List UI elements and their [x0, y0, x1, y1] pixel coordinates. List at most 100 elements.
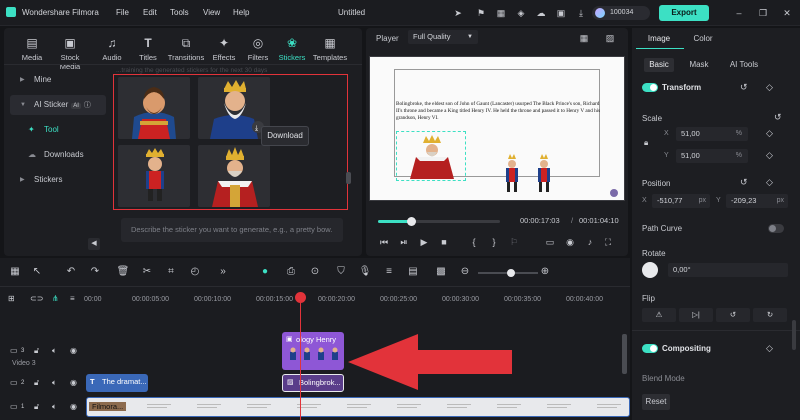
- grid-scrollbar[interactable]: [346, 172, 351, 184]
- menu-edit[interactable]: Edit: [143, 8, 157, 17]
- keyframe-icon[interactable]: ◇: [766, 343, 773, 354]
- grid-icon[interactable]: ▦: [495, 7, 507, 19]
- sidebar-item-ai-sticker[interactable]: ▼ AI Sticker AI ⓘ: [10, 95, 106, 115]
- export-button[interactable]: Export: [659, 5, 709, 21]
- tab-templates[interactable]: ▦ Templates: [310, 36, 350, 62]
- menu-help[interactable]: Help: [233, 8, 249, 17]
- title-clip[interactable]: T The dramat...: [86, 374, 148, 392]
- save-icon[interactable]: ▣: [555, 7, 567, 19]
- time-ruler[interactable]: 00:00 00:00:05:00 00:00:10:00 00:00:15:00 00…: [84, 292, 630, 306]
- tab-transitions[interactable]: ⧉ Transitions: [166, 36, 206, 62]
- playback-progress[interactable]: [378, 217, 500, 226]
- mark-out-icon[interactable]: }: [488, 236, 500, 248]
- sticker-thumbnail[interactable]: [118, 145, 190, 207]
- more-icon[interactable]: »: [216, 265, 230, 279]
- previous-frame-icon[interactable]: ⏮: [378, 236, 390, 248]
- reset-icon[interactable]: ↺: [774, 112, 782, 123]
- microphone-icon[interactable]: 🎙︎: [358, 265, 372, 279]
- credits-badge[interactable]: 100034: [592, 6, 650, 20]
- path-curve-toggle[interactable]: [768, 224, 784, 233]
- menu-view[interactable]: View: [203, 8, 220, 17]
- mark-in-icon[interactable]: {: [468, 236, 480, 248]
- tab-stickers[interactable]: ❀ Stickers: [272, 36, 312, 62]
- tracks-scrollbar[interactable]: [622, 334, 627, 374]
- snapshot-icon[interactable]: ⎙: [284, 265, 298, 279]
- sticker-thumbnail[interactable]: [118, 77, 190, 139]
- sidebar-item-stickers[interactable]: ▶ Stickers: [10, 170, 106, 190]
- download-icon[interactable]: ⤓: [575, 7, 587, 19]
- delete-icon[interactable]: 🗑︎: [116, 265, 130, 279]
- flip-horizontal-button[interactable]: ⚠︎: [642, 308, 676, 322]
- close-icon[interactable]: ✕: [781, 7, 793, 19]
- volume-icon[interactable]: 🔈︎: [52, 346, 57, 356]
- tab-media[interactable]: ▤ Media: [12, 36, 52, 62]
- subtitle-icon[interactable]: ▤: [406, 265, 420, 279]
- snapshot-image-icon[interactable]: ▨: [604, 32, 616, 44]
- volume-icon[interactable]: 🔈︎: [52, 378, 57, 388]
- volume-icon[interactable]: 🔈︎: [52, 402, 57, 412]
- magnet-icon[interactable]: ⋔: [52, 294, 59, 303]
- eye-icon[interactable]: ◉: [70, 378, 77, 387]
- info-icon[interactable]: ⓘ: [84, 102, 91, 109]
- grid-view-icon[interactable]: ▦: [578, 32, 590, 44]
- menu-tools[interactable]: Tools: [170, 8, 189, 17]
- redo-icon[interactable]: ↷: [88, 265, 102, 279]
- zoom-in-icon[interactable]: ⊕: [538, 265, 552, 279]
- undo-icon[interactable]: ↶: [64, 265, 78, 279]
- position-y-input[interactable]: -209,23 px: [726, 194, 788, 208]
- reset-icon[interactable]: ↺: [740, 177, 748, 188]
- scale-x-input[interactable]: 51,00%: [676, 127, 748, 141]
- ai-audio-icon[interactable]: ●: [258, 265, 272, 279]
- mosaic-icon[interactable]: ▩: [434, 265, 448, 279]
- subtab-mask[interactable]: Mask: [684, 58, 714, 72]
- add-track-icon[interactable]: ⊞: [8, 294, 15, 303]
- shield-marker-icon[interactable]: ⛉: [334, 265, 348, 279]
- properties-scrollbar[interactable]: [792, 320, 796, 350]
- transform-toggle[interactable]: [642, 83, 658, 92]
- position-x-input[interactable]: -510,77 px: [652, 194, 710, 208]
- compositing-toggle[interactable]: [642, 344, 658, 353]
- sticker-prompt-input[interactable]: Describe the sticker you want to generat…: [121, 218, 343, 242]
- reset-button[interactable]: Reset: [642, 394, 670, 410]
- progress-knob[interactable]: [406, 217, 416, 226]
- subtab-ai-tools[interactable]: AI Tools: [726, 58, 762, 72]
- sidebar-item-tool[interactable]: ✦ Tool: [10, 120, 106, 140]
- rotate-input[interactable]: 0,00°: [668, 263, 788, 277]
- shield-icon[interactable]: ◈: [515, 7, 527, 19]
- playhead[interactable]: [295, 292, 306, 420]
- keyframe-icon[interactable]: ◇: [766, 150, 773, 161]
- tab-audio[interactable]: ♫ Audio: [92, 36, 132, 62]
- play-icon[interactable]: ▶: [418, 236, 430, 248]
- monitor-icon[interactable]: ▭: [544, 236, 556, 248]
- playhead-handle[interactable]: [295, 292, 306, 303]
- subtab-basic[interactable]: Basic: [644, 58, 674, 72]
- tab-titles[interactable]: T Titles: [128, 36, 168, 62]
- track-settings-icon[interactable]: ≡: [70, 294, 75, 303]
- sticker-clip[interactable]: ▣ ology Henry: [282, 332, 344, 370]
- layout-icon[interactable]: ▦: [8, 265, 22, 279]
- lock-icon[interactable]: 🔓︎: [34, 346, 39, 356]
- tab-color[interactable]: Color: [686, 34, 720, 43]
- zoom-slider-knob[interactable]: [507, 269, 515, 277]
- send-icon[interactable]: ➤: [452, 7, 464, 19]
- rotate-dial[interactable]: [642, 262, 658, 278]
- play-circle-icon[interactable]: ⊙: [308, 265, 322, 279]
- play-reverse-icon[interactable]: ⏯: [398, 236, 410, 248]
- split-icon[interactable]: ✂: [140, 265, 154, 279]
- rotate-left-button[interactable]: ↺: [716, 308, 750, 322]
- cloud-icon[interactable]: ☁: [535, 7, 547, 19]
- keyframe-icon[interactable]: ◇: [766, 177, 773, 188]
- link-icon[interactable]: ⊂⊃: [30, 294, 43, 303]
- flag-icon[interactable]: ⚑: [475, 7, 487, 19]
- zoom-out-icon[interactable]: ⊖: [458, 265, 472, 279]
- menu-file[interactable]: File: [116, 8, 129, 17]
- lock-icon[interactable]: 🔓︎: [34, 402, 39, 412]
- voiceover-icon[interactable]: ≡: [382, 265, 396, 279]
- tab-stock-media[interactable]: ▣ Stock Media: [50, 36, 90, 71]
- zoom-slider[interactable]: [478, 269, 538, 277]
- resize-handle[interactable]: [610, 189, 618, 197]
- reset-icon[interactable]: ↺: [740, 82, 748, 93]
- select-tool-icon[interactable]: ↖: [30, 265, 44, 279]
- minimize-icon[interactable]: –: [733, 7, 745, 19]
- quality-dropdown[interactable]: Full Quality ▼: [408, 30, 478, 44]
